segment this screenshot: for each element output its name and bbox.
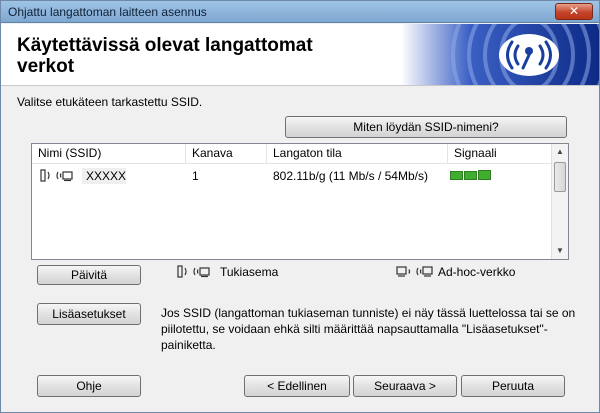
close-button[interactable]: ✕ [555, 3, 593, 20]
cancel-button[interactable]: Peruuta [461, 375, 565, 397]
wireless-signal-logo-icon [401, 24, 599, 85]
back-button[interactable]: < Edellinen [244, 375, 350, 397]
network-list[interactable]: Nimi (SSID) Kanava Langaton tila Signaal… [31, 143, 569, 260]
channel-cell: 1 [192, 169, 199, 183]
legend-adhoc-icon [396, 264, 436, 283]
column-header-channel[interactable]: Kanava [186, 144, 267, 164]
table-row[interactable]: XXXXX 1 802.11b/g (11 Mb/s / 54Mb/s) [32, 166, 552, 186]
mode-cell: 802.11b/g (11 Mb/s / 54Mb/s) [273, 169, 428, 183]
find-ssid-help-button[interactable]: Miten löydän SSID-nimeni? [285, 116, 567, 138]
signal-bar [464, 171, 477, 180]
advanced-settings-button[interactable]: Lisäasetukset [37, 303, 141, 325]
next-button[interactable]: Seuraava > [353, 375, 457, 397]
header-banner: Käytettävissä olevat langattomat verkot [1, 24, 599, 86]
content-area: Valitse etukäteen tarkastettu SSID. Mite… [1, 87, 599, 412]
scroll-up-arrow-icon[interactable]: ▲ [552, 144, 568, 160]
signal-bar [478, 170, 491, 180]
column-header-mode[interactable]: Langaton tila [267, 144, 448, 164]
title-bar: Ohjattu langattoman laitteen asennus ✕ [1, 1, 599, 23]
vertical-scrollbar[interactable]: ▲ ▼ [551, 144, 568, 259]
legend-access-point-label: Tukiasema [220, 265, 279, 279]
signal-bar [450, 171, 463, 180]
legend-access-point-icon [176, 264, 212, 283]
column-header-signal[interactable]: Signaali [448, 144, 552, 164]
ssid-hidden-description: Jos SSID (langattoman tukiaseman tunnist… [161, 306, 576, 352]
refresh-button[interactable]: Päivitä [37, 265, 141, 285]
legend-adhoc-label: Ad-hoc-verkko [438, 265, 516, 279]
help-button[interactable]: Ohje [37, 375, 141, 397]
page-title: Käytettävissä olevat langattomat verkot [17, 35, 313, 77]
list-header: Nimi (SSID) Kanava Langaton tila Signaal… [32, 144, 552, 164]
window-title: Ohjattu langattoman laitteen asennus [8, 5, 207, 19]
column-header-ssid[interactable]: Nimi (SSID) [32, 144, 186, 164]
scroll-thumb[interactable] [554, 162, 566, 192]
access-point-icon [38, 166, 80, 186]
wizard-window: Ohjattu langattoman laitteen asennus ✕ K… [0, 0, 600, 413]
ssid-cell: XXXXX [82, 168, 126, 184]
instruction-text: Valitse etukäteen tarkastettu SSID. [17, 95, 203, 109]
scroll-down-arrow-icon[interactable]: ▼ [552, 243, 568, 259]
